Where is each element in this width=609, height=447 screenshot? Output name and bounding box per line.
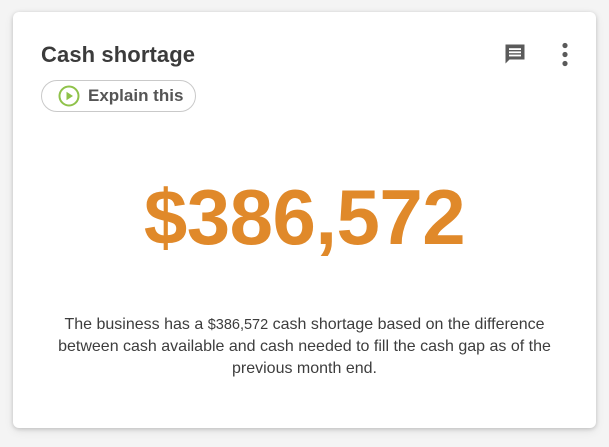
cash-shortage-value: $386,572 <box>143 173 466 261</box>
comment-list-icon[interactable] <box>503 42 527 66</box>
cash-shortage-description: The business has a $386,572 cash shortag… <box>37 314 572 380</box>
play-circle-icon <box>58 85 80 107</box>
explain-this-label: Explain this <box>88 86 184 105</box>
description-text-start: The business has a <box>64 316 208 333</box>
description-amount: $386,572 <box>207 317 269 333</box>
card-title: Cash shortage <box>41 42 196 67</box>
more-vertical-icon[interactable] <box>556 42 574 68</box>
explain-this-button[interactable]: Explain this <box>41 80 196 112</box>
cash-shortage-card: Cash shortage Explain this $386,572 The … <box>13 12 596 428</box>
